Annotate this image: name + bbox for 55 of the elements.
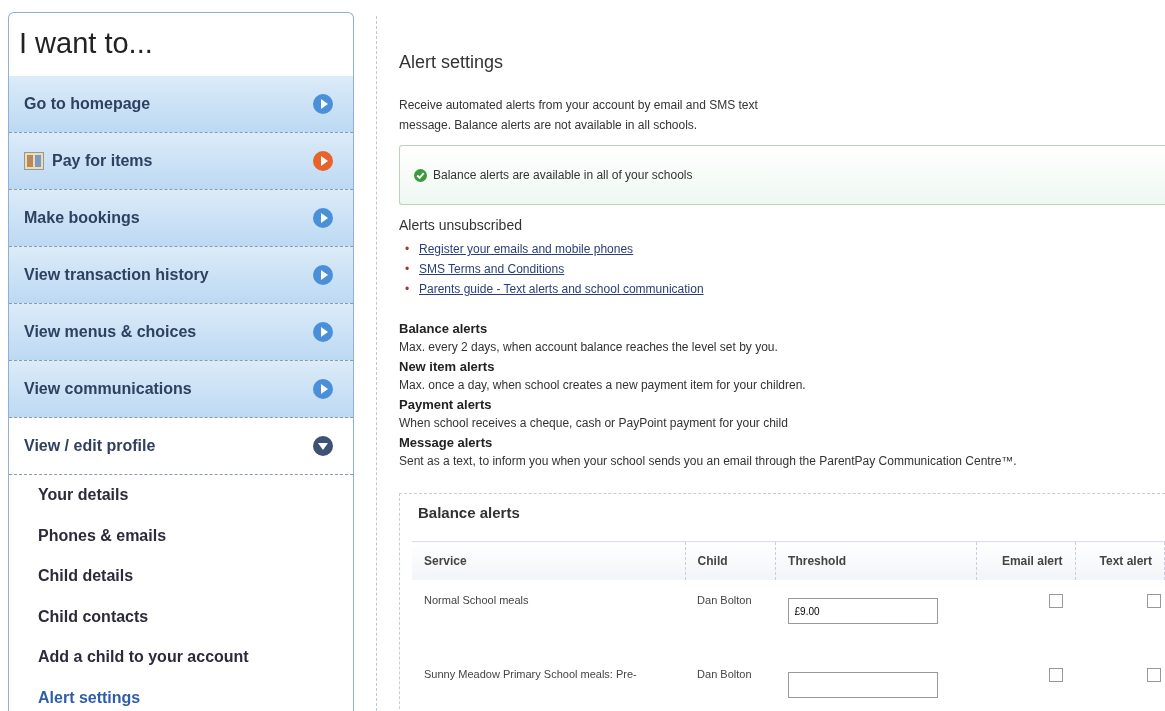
page-title: Alert settings bbox=[399, 52, 505, 73]
sidebar-title: I want to... bbox=[19, 26, 154, 61]
table-cell: Normal School meals bbox=[424, 594, 529, 606]
checkbox[interactable] bbox=[1146, 594, 1161, 608]
sub-nav-link[interactable]: Alert settings bbox=[19, 677, 343, 711]
alert-type-name: New item alerts bbox=[399, 358, 496, 376]
threshold-input[interactable] bbox=[787, 672, 938, 698]
sub-nav-link[interactable]: Child contacts bbox=[19, 596, 343, 637]
bullet: • bbox=[405, 281, 411, 298]
link[interactable]: Register your emails and mobile phones bbox=[419, 242, 634, 256]
column-header: Email alert bbox=[976, 541, 1076, 580]
checkbox[interactable] bbox=[1146, 668, 1161, 682]
alert-type-name: Message alerts bbox=[399, 434, 494, 452]
checkbox[interactable] bbox=[1049, 668, 1064, 682]
alert-type-name: Payment alerts bbox=[399, 396, 493, 414]
bullet: • bbox=[405, 261, 411, 278]
nav-link[interactable]: View / edit profile bbox=[24, 437, 156, 455]
table-cell: Dan Bolton bbox=[697, 594, 752, 606]
column-header: Child bbox=[685, 541, 776, 580]
alert-type-description: When school receives a cheque, cash or PayPoint payment for your child bbox=[399, 415, 789, 432]
sub-nav-link[interactable]: Add a child to your account bbox=[19, 637, 343, 678]
sub-nav-link[interactable]: Phones & emails bbox=[19, 515, 343, 556]
nav-item[interactable]: Pay for items bbox=[9, 133, 353, 190]
nav-item[interactable]: View communications bbox=[9, 361, 353, 418]
nav-item[interactable]: View menus & choices bbox=[9, 304, 353, 361]
table-cell: Dan Bolton bbox=[697, 668, 752, 680]
nav-item[interactable]: Make bookings bbox=[9, 190, 353, 247]
notice-text: Balance alerts are available in all of your schools bbox=[433, 168, 693, 182]
check-circle-icon bbox=[414, 168, 427, 182]
nav-link[interactable]: Go to homepage bbox=[24, 95, 151, 113]
column-header: Threshold bbox=[775, 541, 977, 580]
table-cell: Sunny Meadow Primary School meals: Pre- bbox=[424, 668, 637, 680]
nav-link[interactable]: View communications bbox=[24, 380, 192, 398]
alert-type-description: Max. once a day, when school creates a new payment item for your children. bbox=[399, 377, 807, 394]
picture-icon bbox=[24, 152, 44, 170]
nav-link[interactable]: View transaction history bbox=[24, 266, 209, 284]
threshold-input[interactable]: £9.00 bbox=[787, 598, 938, 624]
alert-type-description: Sent as a text, to inform you when your school sends you an email through the ParentPay Communication Centre™. bbox=[399, 453, 1018, 470]
column-header: Service bbox=[412, 541, 686, 580]
nav-link[interactable]: Make bookings bbox=[24, 209, 140, 227]
nav-link[interactable]: View menus & choices bbox=[24, 323, 197, 341]
section-heading: Alerts unsubscribed bbox=[399, 217, 523, 233]
link[interactable]: SMS Terms and Conditions bbox=[419, 262, 565, 276]
alert-type-name: Balance alerts bbox=[399, 320, 489, 338]
alert-type-description: Max. every 2 days, when account balance reaches the level set by you. bbox=[399, 339, 779, 356]
intro-text: Receive automated alerts from your account by email and SMS text message. Balance alerts are not available in all schools. bbox=[399, 97, 759, 134]
link[interactable]: Parents guide - Text alerts and school communication bbox=[419, 282, 704, 296]
nav-item[interactable]: Go to homepage bbox=[9, 76, 353, 133]
sub-nav-link[interactable]: Your details bbox=[19, 475, 343, 516]
bullet: • bbox=[405, 241, 411, 258]
checkbox[interactable] bbox=[1049, 594, 1064, 608]
nav-item[interactable]: View transaction history bbox=[9, 247, 353, 304]
column-header: Text alert bbox=[1075, 541, 1165, 580]
sub-nav-link[interactable]: Child details bbox=[19, 556, 343, 597]
nav-link[interactable]: Pay for items bbox=[52, 152, 153, 170]
